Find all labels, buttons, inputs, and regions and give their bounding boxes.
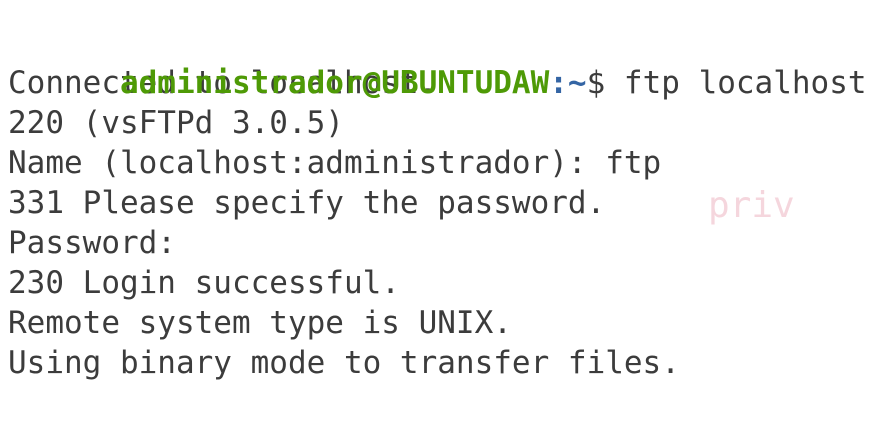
prompt-sign: $ (586, 65, 606, 101)
output-line: 230 Login successful. (8, 265, 400, 301)
output-line: Using binary mode to transfer files. (8, 345, 680, 381)
terminal-window[interactable]: priv administrador@UBUNTUDAW:~$ ftp loca… (0, 0, 892, 435)
prompt-path: :~ (549, 65, 587, 101)
output-line: Name (localhost:administrador): ftp (8, 145, 662, 181)
terminal-output: administrador@UBUNTUDAW:~$ ftp localhost… (8, 23, 892, 383)
command-text: ftp localhost (605, 65, 867, 101)
prompt-line: administrador@UBUNTUDAW:~$ ftp localhost (8, 23, 892, 101)
output-line: Remote system type is UNIX. (8, 305, 512, 341)
prompt-user-host: administrador@UBUNTUDAW (119, 65, 550, 101)
output-line: 220 (vsFTPd 3.0.5) (8, 105, 344, 141)
output-line: Password: (8, 225, 176, 261)
output-line: 331 Please specify the password. (8, 185, 606, 221)
